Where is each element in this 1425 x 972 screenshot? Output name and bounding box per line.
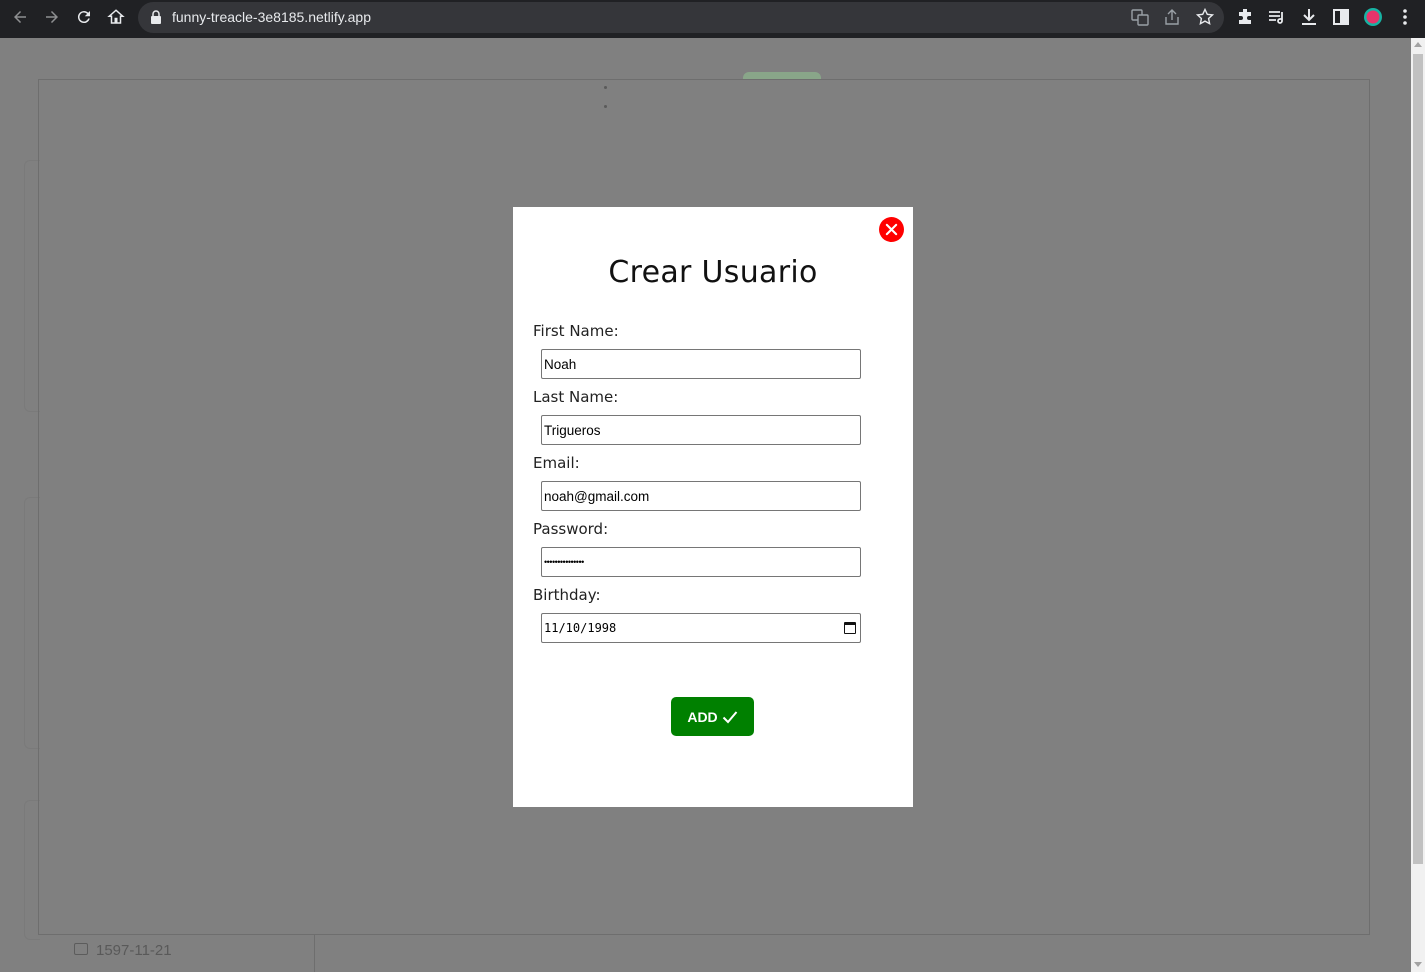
add-button-label: ADD [687,708,718,725]
last-name-label: Last Name: [533,388,619,406]
scroll-down-arrow-icon[interactable] [1414,962,1422,967]
profile-avatar-icon[interactable] [1363,7,1383,27]
browser-toolbar: funny-treacle-3e8185.netlify.app [0,0,1425,38]
birthday-label: Birthday: [533,586,601,604]
close-icon [885,223,898,236]
scrollbar-thumb[interactable] [1413,54,1423,864]
lock-icon [151,10,161,24]
background-dots [604,74,626,108]
scroll-up-arrow-icon[interactable] [1414,42,1422,47]
media-queue-icon[interactable] [1267,7,1287,27]
birthday-date-input[interactable]: 11/10/1998 [541,613,861,643]
side-panel-icon[interactable] [1331,7,1351,27]
url-text: funny-treacle-3e8185.netlify.app [172,9,371,25]
password-value: ••••••••••••••• [544,557,584,567]
bookmark-star-icon[interactable] [1195,7,1215,27]
share-icon[interactable] [1162,7,1182,27]
home-icon[interactable] [104,5,128,29]
add-button[interactable]: ADD [671,697,754,736]
forward-icon[interactable] [40,5,64,29]
last-name-input[interactable]: Trigueros [541,415,861,445]
first-name-label: First Name: [533,322,619,340]
birthday-value: 11/10/1998 [544,621,617,635]
password-input[interactable]: ••••••••••••••• [541,547,861,577]
address-bar[interactable]: funny-treacle-3e8185.netlify.app [138,2,1224,33]
last-name-value: Trigueros [544,422,601,438]
briefcase-icon [74,943,88,955]
calendar-icon[interactable] [844,622,856,634]
close-button[interactable] [879,217,904,242]
first-name-value: Noah [544,356,577,372]
menu-kebab-icon[interactable] [1395,7,1415,27]
background-date: 1597-11-21 [96,942,172,959]
translate-icon[interactable] [1130,7,1150,27]
create-user-modal: Crear Usuario First Name: Noah Last Name… [513,207,913,807]
reload-icon[interactable] [72,5,96,29]
email-input[interactable]: noah@gmail.com [541,481,861,511]
first-name-input[interactable]: Noah [541,349,861,379]
back-icon[interactable] [8,5,32,29]
modal-title: Crear Usuario [608,255,818,290]
email-value: noah@gmail.com [544,488,650,504]
download-icon[interactable] [1299,7,1319,27]
extensions-icon[interactable] [1235,7,1255,27]
checkmark-icon [722,710,737,723]
password-label: Password: [533,520,609,538]
email-label: Email: [533,454,580,472]
